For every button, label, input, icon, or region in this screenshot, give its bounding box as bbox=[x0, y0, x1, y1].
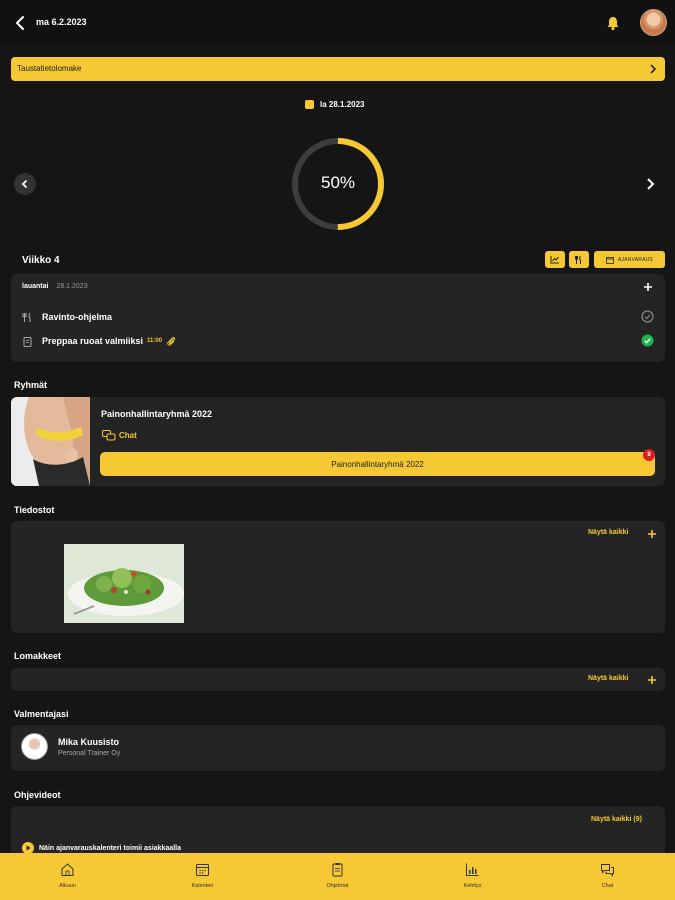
week-actions: AJANVARAUS bbox=[0, 251, 675, 268]
nutrition-button[interactable] bbox=[569, 251, 589, 268]
task-item[interactable]: Ravinto-ohjelma bbox=[22, 310, 112, 324]
daily-progress-ring: 50% bbox=[290, 136, 386, 232]
group-chat-link[interactable]: Chat bbox=[102, 430, 137, 441]
nav-item-calendar[interactable]: Kalenteri bbox=[135, 853, 270, 900]
coach-title: Valmentajasi bbox=[14, 709, 69, 719]
files-title: Tiedostot bbox=[14, 505, 55, 515]
calendar-icon bbox=[196, 864, 209, 876]
forms-see-all-link[interactable]: Näytä kaikki bbox=[588, 675, 628, 682]
salad-file-thumbnail[interactable] bbox=[64, 544, 184, 623]
cutlery-icon bbox=[22, 312, 31, 322]
home-icon bbox=[61, 863, 74, 876]
nav-label: Ohjelmat bbox=[326, 883, 349, 889]
top-bar: ma 6.2.2023 bbox=[0, 0, 675, 46]
add-file-icon[interactable] bbox=[647, 529, 657, 539]
selected-date-label: la 28.1.2023 bbox=[320, 99, 365, 109]
nav-item-home[interactable]: Alkuun bbox=[0, 853, 135, 900]
current-date: ma 6.2.2023 bbox=[36, 17, 87, 27]
open-group-button-label: Painonhallintaryhmä 2022 bbox=[331, 460, 424, 469]
task-complete-icon[interactable] bbox=[641, 334, 654, 347]
chart-icon bbox=[466, 863, 479, 876]
group-image bbox=[11, 397, 90, 486]
progress-chart-button[interactable] bbox=[545, 251, 565, 268]
nav-label: Alkuun bbox=[59, 883, 76, 889]
chevron-right-icon bbox=[650, 64, 657, 74]
chat-icon bbox=[102, 430, 116, 441]
task-incomplete-icon[interactable] bbox=[641, 310, 654, 323]
bottom-navigation: Alkuun Kalenteri Ohjelmat Kehitys Chat bbox=[0, 853, 675, 900]
task-label: Ravinto-ohjelma bbox=[42, 312, 113, 322]
coach-company: Personal Trainer Oy bbox=[58, 750, 121, 757]
chat-icon bbox=[601, 864, 614, 877]
groups-title: Ryhmät bbox=[14, 380, 48, 390]
task-label: Preppaa ruoat valmiiksi bbox=[42, 336, 144, 346]
forms-title: Lomakkeet bbox=[14, 651, 62, 661]
selected-date[interactable]: la 28.1.2023 bbox=[305, 98, 364, 110]
calendar-icon bbox=[606, 256, 614, 264]
background-form-banner[interactable]: Taustatietolomake bbox=[11, 57, 665, 81]
nav-label: Chat bbox=[601, 883, 614, 889]
day-name: lauantai bbox=[22, 283, 49, 290]
forms-card: Näytä kaikki bbox=[11, 668, 665, 691]
nav-label: Kalenteri bbox=[191, 883, 214, 889]
video-title: Näin ajanvarauskalenteri toimii asiakkaa… bbox=[39, 844, 182, 852]
banner-label: Taustatietolomake bbox=[17, 64, 82, 73]
add-task-icon[interactable] bbox=[643, 282, 653, 292]
cutlery-icon bbox=[575, 255, 581, 264]
task-time: 11:00 bbox=[147, 338, 163, 344]
group-name: Painonhallintaryhmä 2022 bbox=[101, 409, 213, 419]
coach-avatar bbox=[21, 733, 48, 760]
videos-title: Ohjevideot bbox=[14, 790, 61, 800]
chevron-left-icon bbox=[21, 179, 28, 189]
chat-label: Chat bbox=[119, 431, 137, 440]
clipboard-icon bbox=[332, 863, 343, 877]
booking-button[interactable]: AJANVARAUS bbox=[594, 251, 665, 268]
clipboard-icon bbox=[23, 336, 32, 347]
day-date: 28.1.2023 bbox=[56, 283, 88, 290]
coach-card[interactable]: Mika Kuusisto Personal Trainer Oy bbox=[11, 725, 665, 771]
booking-label: AJANVARAUS bbox=[618, 256, 653, 263]
back-icon[interactable] bbox=[14, 15, 28, 31]
user-avatar[interactable] bbox=[640, 9, 667, 36]
group-card[interactable]: Painonhallintaryhmä 2022 Chat Painonhall… bbox=[11, 397, 665, 486]
open-group-button[interactable]: Painonhallintaryhmä 2022 bbox=[100, 452, 655, 476]
bell-icon[interactable] bbox=[606, 15, 620, 31]
nav-label: Kehitys bbox=[463, 883, 482, 889]
files-see-all-link[interactable]: Näytä kaikki bbox=[588, 529, 628, 536]
nav-item-programs[interactable]: Ohjelmat bbox=[270, 853, 405, 900]
task-item[interactable]: Preppaa ruoat valmiiksi 11:00 bbox=[22, 334, 176, 348]
nav-item-chat[interactable]: Chat bbox=[540, 853, 675, 900]
unread-badge: 9 bbox=[643, 449, 655, 461]
calendar-icon bbox=[305, 99, 314, 109]
progress-percentage: 50% bbox=[320, 173, 356, 192]
coach-name: Mika Kuusisto bbox=[58, 737, 120, 747]
add-form-icon[interactable] bbox=[647, 675, 657, 685]
next-day-button[interactable] bbox=[643, 177, 657, 191]
chart-icon bbox=[550, 256, 559, 264]
day-heading: lauantai 28.1.2023 bbox=[22, 283, 88, 290]
videos-see-all-link[interactable]: Näytä kaikki (9) bbox=[591, 816, 642, 823]
previous-day-button[interactable] bbox=[14, 173, 36, 195]
nav-item-progress[interactable]: Kehitys bbox=[405, 853, 540, 900]
attachment-icon bbox=[167, 337, 176, 346]
files-card: Näytä kaikki bbox=[11, 521, 665, 633]
